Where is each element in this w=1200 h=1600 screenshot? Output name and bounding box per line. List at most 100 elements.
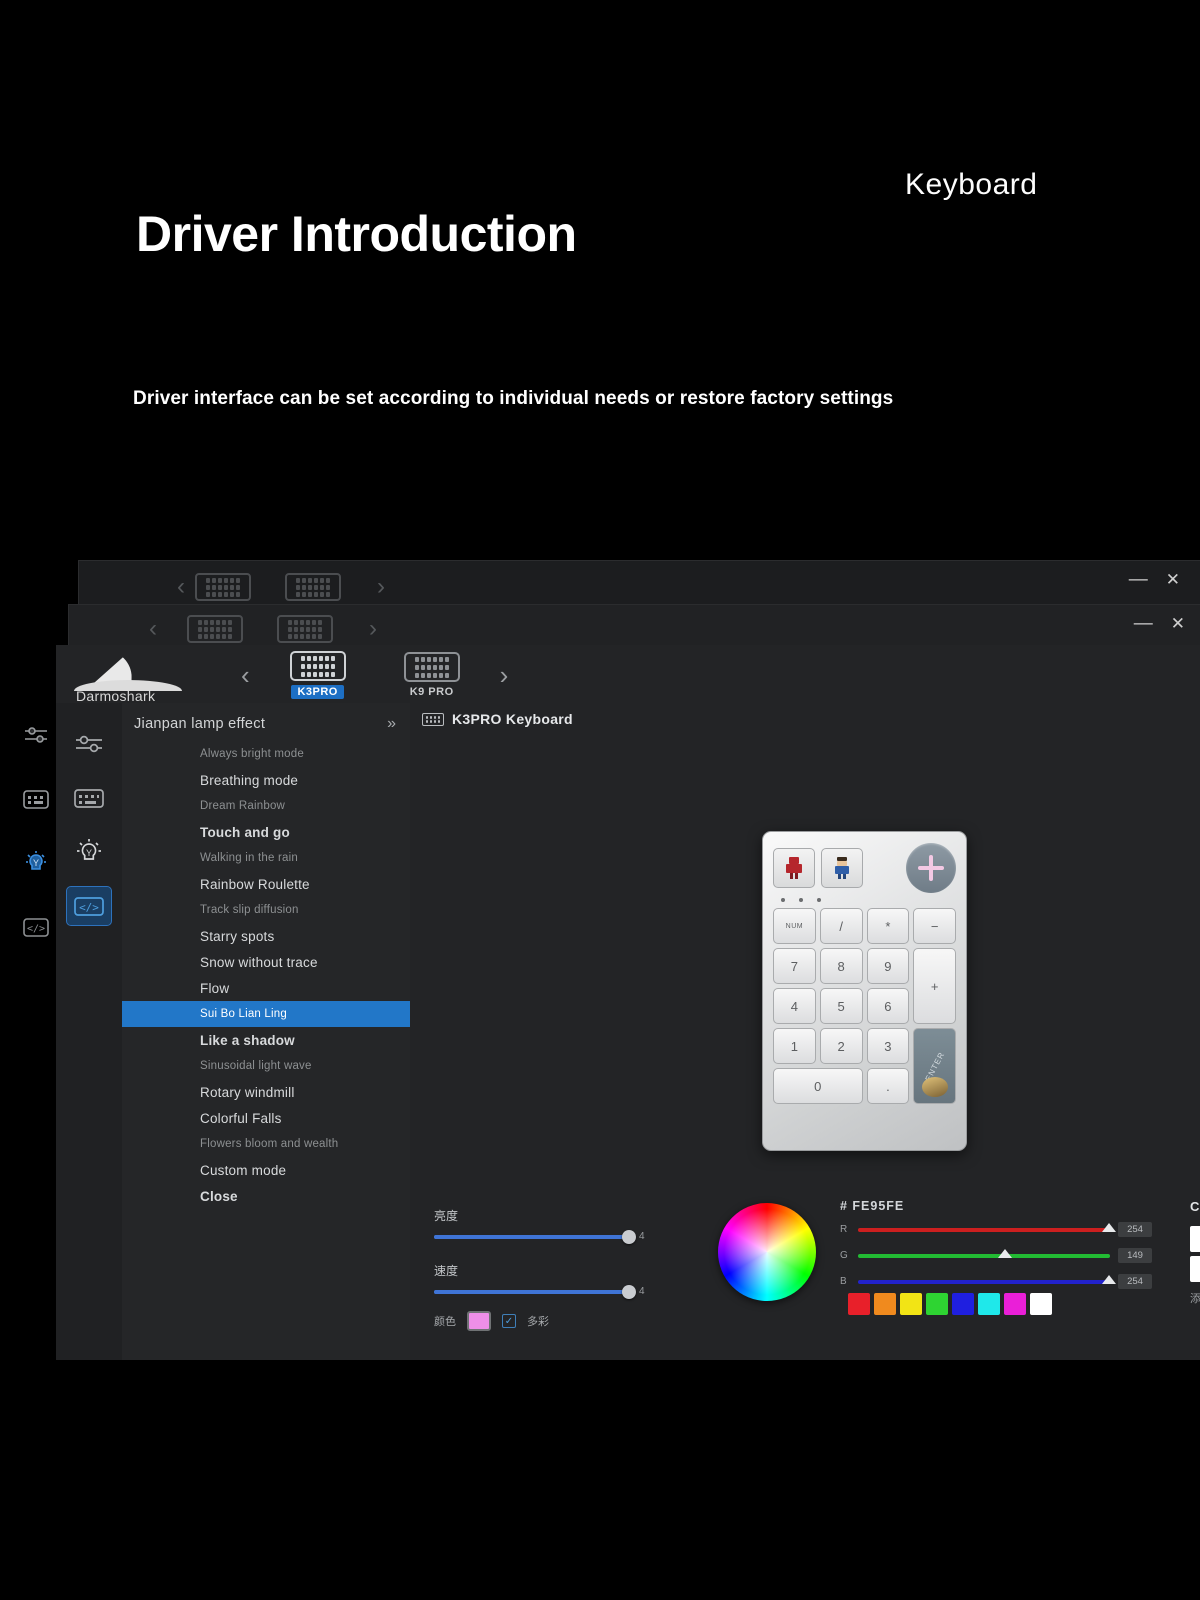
key-7[interactable]: 7 [773,948,816,984]
list-item[interactable]: Close [122,1183,410,1209]
prev-device-arrow[interactable]: ‹ [139,615,167,643]
green-slider-row: G 149 [840,1248,1170,1263]
lighting-bulb-icon[interactable]: Y [14,844,58,882]
macro-keyboard-icon[interactable] [67,779,111,817]
svg-text:Y: Y [33,858,39,868]
list-item[interactable]: Starry spots [122,923,410,949]
key-divide[interactable]: / [820,908,863,944]
color-swatch-button[interactable] [467,1311,491,1331]
device-chip-k3pro[interactable] [187,615,243,643]
list-item[interactable]: Colorful Falls [122,1105,410,1131]
green-track[interactable] [858,1254,1110,1258]
speed-track[interactable] [434,1290,630,1294]
key-2[interactable]: 2 [820,1028,863,1064]
close-button[interactable]: ✕ [1171,615,1185,632]
key-plus[interactable]: + [913,948,956,1024]
key-enter[interactable]: ENTER [913,1028,956,1104]
speed-slider[interactable]: 4 [434,1286,684,1297]
svg-text:</>: </> [79,901,99,914]
key-4[interactable]: 4 [773,988,816,1024]
blue-slider-row: B 254 [840,1274,1170,1289]
key-1[interactable]: 1 [773,1028,816,1064]
red-track[interactable] [858,1228,1110,1232]
list-item[interactable]: Walking in the rain [122,845,410,871]
key-3[interactable]: 3 [867,1028,910,1064]
code-brackets-icon[interactable]: </> [67,887,111,925]
red-value: 254 [1118,1222,1152,1237]
list-item[interactable]: Dream Rainbow [122,793,410,819]
next-device-arrow[interactable]: › [500,660,509,691]
device-chip-k9pro[interactable] [285,573,341,601]
prev-device-arrow[interactable]: ‹ [167,573,195,601]
device-tab-label: K3PRO [291,685,343,699]
list-item[interactable]: Track slip diffusion [122,897,410,923]
key-9[interactable]: 9 [867,948,910,984]
list-item[interactable]: Always bright mode [122,741,410,767]
list-item[interactable]: Touch and go [122,819,410,845]
add-custom-color-label[interactable]: 添加 [1190,1290,1200,1306]
brand-logo: Darmoshark [70,650,190,702]
list-item-selected[interactable]: Sui Bo Lian Ling [122,1001,410,1027]
palette-swatch[interactable] [874,1293,896,1315]
device-nav-back-2: ‹ › [167,573,395,601]
svg-text:</>: </> [27,923,45,934]
list-item[interactable]: Breathing mode [122,767,410,793]
color-wheel[interactable] [718,1203,816,1301]
macro-keyboard-icon[interactable] [14,780,58,818]
blue-track[interactable] [858,1280,1110,1284]
key-multiply[interactable]: * [867,908,910,944]
key-minus[interactable]: − [913,908,956,944]
slider-group: 亮度 4 速度 4 [434,1207,684,1317]
settings-sliders-icon[interactable] [14,716,58,754]
palette-swatch[interactable] [848,1293,870,1315]
palette-swatch[interactable] [1004,1293,1026,1315]
list-item[interactable]: Flowers bloom and wealth [122,1131,410,1157]
close-button[interactable]: ✕ [1166,571,1180,588]
device-chip-k3pro[interactable] [195,573,251,601]
prev-device-arrow[interactable]: ‹ [241,660,250,691]
avatar-red-icon[interactable] [773,848,815,888]
next-device-arrow[interactable]: › [367,573,395,601]
palette-swatch[interactable] [952,1293,974,1315]
avatar-blue-icon[interactable] [821,848,863,888]
palette-swatch[interactable] [926,1293,948,1315]
custom-label: Custom [1190,1199,1200,1214]
list-item[interactable]: Like a shadow [122,1027,410,1053]
keyboard-preview[interactable]: NUM / * − 7 8 9 + 4 5 6 1 2 3 ENTER 0 [762,831,967,1151]
multicolor-checkbox[interactable]: ✓ [502,1314,516,1328]
key-6[interactable]: 6 [867,988,910,1024]
code-brackets-icon[interactable]: </> [14,908,58,946]
next-device-arrow[interactable]: › [359,615,387,643]
lamp-effect-title: Jianpan lamp effect [134,716,265,732]
key-8[interactable]: 8 [820,948,863,984]
palette-swatch[interactable] [900,1293,922,1315]
device-chip-k9pro[interactable] [277,615,333,643]
list-item[interactable]: Custom mode [122,1157,410,1183]
key-decimal[interactable]: . [867,1068,910,1104]
custom-color-cell[interactable] [1190,1256,1200,1282]
settings-sliders-icon[interactable] [67,725,111,763]
key-5[interactable]: 5 [820,988,863,1024]
key-0[interactable]: 0 [773,1068,863,1104]
list-item[interactable]: Flow [122,975,410,1001]
brightness-slider[interactable]: 4 [434,1231,684,1242]
speed-value: 4 [639,1286,645,1297]
palette-swatch[interactable] [1030,1293,1052,1315]
lighting-bulb-icon[interactable]: Y [67,833,111,871]
key-num[interactable]: NUM [773,908,816,944]
list-item[interactable]: Rotary windmill [122,1079,410,1105]
palette-swatch[interactable] [978,1293,1000,1315]
list-item[interactable]: Snow without trace [122,949,410,975]
slide-kicker: Keyboard [905,168,1037,202]
chevron-double-right-icon[interactable]: » [387,715,396,733]
minimize-button[interactable]: — [1129,570,1148,589]
device-tab-k9pro[interactable]: K9 PRO [386,652,478,698]
custom-color-cell[interactable] [1190,1226,1200,1252]
blue-value: 254 [1118,1274,1152,1289]
device-tab-k3pro[interactable]: K3PRO [272,651,364,699]
minimize-button[interactable]: — [1134,614,1153,633]
plus-knob-button[interactable] [906,843,956,893]
list-item[interactable]: Rainbow Roulette [122,871,410,897]
list-item[interactable]: Sinusoidal light wave [122,1053,410,1079]
brightness-track[interactable] [434,1235,630,1239]
